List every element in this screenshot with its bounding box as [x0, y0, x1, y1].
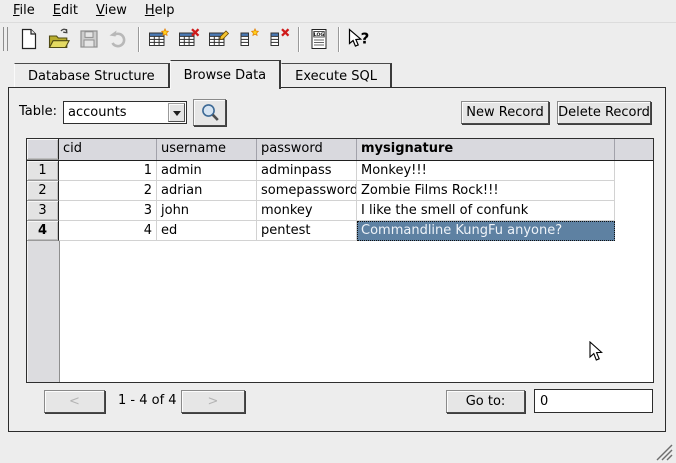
row-number[interactable]: 4	[27, 221, 59, 241]
row-number[interactable]: 1	[27, 161, 59, 181]
next-records-button[interactable]: >	[181, 390, 245, 413]
cell-mysignature-selected[interactable]: Commandline KungFu anyone?	[357, 221, 615, 241]
table-row: 2 2 adrian somepassword Zombie Films Roc…	[27, 181, 653, 201]
table-label: Table:	[19, 104, 57, 119]
toolbar-separator	[338, 27, 340, 52]
row-filler	[615, 221, 653, 241]
row-number-strip	[27, 241, 60, 382]
column-header-password[interactable]: password	[257, 139, 357, 160]
cell-password[interactable]: pentest	[257, 221, 357, 241]
create-index-icon	[238, 28, 260, 50]
delete-index-icon	[268, 28, 290, 50]
open-database-icon	[48, 28, 70, 50]
table-select[interactable]: accounts	[63, 101, 187, 124]
column-header-username[interactable]: username	[157, 139, 257, 160]
cell-mysignature[interactable]: Monkey!!!	[357, 161, 615, 181]
cell-username[interactable]: john	[157, 201, 257, 221]
revert-changes-icon	[108, 28, 130, 50]
delete-index-button[interactable]	[265, 25, 293, 53]
tab-browse-data[interactable]: Browse Data	[170, 60, 282, 89]
db-browser-window: File Edit View Help	[0, 0, 676, 463]
save-database-icon	[78, 28, 100, 50]
create-index-button[interactable]	[235, 25, 263, 53]
cell-cid[interactable]: 3	[59, 201, 157, 221]
mouse-cursor	[589, 341, 603, 362]
goto-button[interactable]: Go to:	[446, 390, 525, 413]
previous-records-button[interactable]: <	[44, 390, 105, 413]
cell-cid[interactable]: 2	[59, 181, 157, 201]
menu-bar: File Edit View Help	[0, 0, 676, 22]
row-number-header	[27, 139, 59, 160]
toolbar-drag-handle[interactable]	[3, 27, 8, 51]
log-icon: LOG	[308, 28, 330, 50]
create-table-icon	[148, 28, 170, 50]
browse-data-panel: Table: accounts New Record Delete Record…	[8, 87, 666, 432]
table-row: 1 1 admin adminpass Monkey!!!	[27, 161, 653, 181]
delete-table-icon	[178, 28, 200, 50]
menu-view[interactable]: View	[87, 1, 136, 21]
cell-cid[interactable]: 4	[59, 221, 157, 241]
create-table-button[interactable]	[145, 25, 173, 53]
row-filler	[615, 161, 653, 181]
cell-username[interactable]: adrian	[157, 181, 257, 201]
menu-help[interactable]: Help	[136, 1, 184, 21]
search-button[interactable]	[193, 99, 226, 126]
table-row: 3 3 john monkey I like the smell of conf…	[27, 201, 653, 221]
new-database-icon	[18, 28, 40, 50]
new-database-button[interactable]	[15, 25, 43, 53]
menu-file[interactable]: File	[4, 1, 44, 21]
table-select-dropdown-button[interactable]	[168, 103, 185, 122]
chevron-down-icon	[173, 111, 181, 120]
svg-text:LOG: LOG	[314, 32, 325, 38]
open-database-button[interactable]	[45, 25, 73, 53]
toolbar-separator	[298, 27, 300, 52]
svg-text:?: ?	[361, 30, 370, 48]
grid-header-filler	[615, 139, 653, 160]
whats-this-icon: ?	[347, 28, 371, 50]
cell-mysignature[interactable]: I like the smell of confunk	[357, 201, 615, 221]
column-header-cid[interactable]: cid	[59, 139, 157, 160]
grid-header-row: cid username password mysignature	[27, 139, 653, 161]
cell-cid[interactable]: 1	[59, 161, 157, 181]
modify-table-icon	[208, 28, 230, 50]
search-icon	[199, 102, 221, 124]
row-number[interactable]: 2	[27, 181, 59, 201]
grid-empty-area	[27, 241, 653, 382]
toolbar-separator	[138, 27, 140, 52]
save-database-button[interactable]	[75, 25, 103, 53]
cell-mysignature[interactable]: Zombie Films Rock!!!	[357, 181, 615, 201]
modify-table-button[interactable]	[205, 25, 233, 53]
table-row-selected: 4 4 ed pentest Commandline KungFu anyone…	[27, 221, 653, 241]
cell-username[interactable]: admin	[157, 161, 257, 181]
tab-database-structure[interactable]: Database Structure	[14, 63, 170, 87]
record-range-label: 1 - 4 of 4	[118, 393, 177, 408]
tab-bar: Database Structure Browse Data Execute S…	[14, 61, 392, 88]
row-filler	[615, 181, 653, 201]
cell-password[interactable]: adminpass	[257, 161, 357, 181]
cell-username[interactable]: ed	[157, 221, 257, 241]
log-button[interactable]: LOG	[305, 25, 333, 53]
data-grid: cid username password mysignature 1 1 ad…	[26, 138, 654, 383]
menu-edit[interactable]: Edit	[44, 1, 87, 21]
row-filler	[615, 201, 653, 221]
cell-password[interactable]: monkey	[257, 201, 357, 221]
table-select-value: accounts	[64, 105, 168, 120]
cell-password[interactable]: somepassword	[257, 181, 357, 201]
delete-record-button[interactable]: Delete Record	[557, 101, 651, 124]
new-record-button[interactable]: New Record	[461, 101, 549, 124]
toolbar: LOG ?	[0, 22, 676, 55]
tab-execute-sql[interactable]: Execute SQL	[281, 63, 392, 87]
whats-this-button[interactable]: ?	[345, 25, 373, 53]
column-header-mysignature[interactable]: mysignature	[357, 139, 615, 160]
delete-table-button[interactable]	[175, 25, 203, 53]
row-number[interactable]: 3	[27, 201, 59, 221]
goto-record-input[interactable]	[534, 389, 653, 413]
revert-changes-button[interactable]	[105, 25, 133, 53]
resize-grip[interactable]	[655, 444, 673, 461]
